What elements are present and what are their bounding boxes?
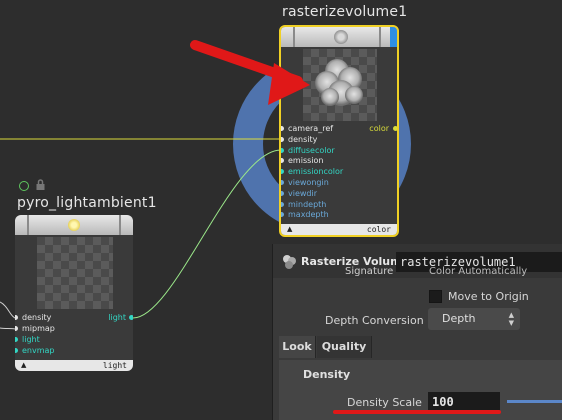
depth-conversion-label: Depth Conversion — [325, 314, 424, 327]
wire-light-to-diffusecolor[interactable] — [132, 149, 282, 319]
pyro-input-label-density: density — [22, 313, 52, 322]
rasterize-input-port-emission[interactable] — [281, 158, 284, 164]
collapse-triangle-icon[interactable]: ▲ — [21, 360, 26, 371]
rasterize-input-port-viewongin[interactable] — [281, 180, 284, 185]
parameter-panel: Rasterize Volume rasterizevolume1 Signat… — [272, 244, 562, 420]
pyro-input-label-mipmap: mipmap — [22, 324, 55, 333]
blue-flag-icon[interactable] — [390, 27, 397, 47]
pyro-node[interactable]: density mipmap light envmap light ▲ light — [15, 215, 133, 371]
panel-header-cover — [273, 244, 562, 276]
pyro-node-title[interactable]: pyro_lightambient1 — [17, 195, 157, 211]
pyro-input-label-envmap: envmap — [22, 346, 55, 355]
pyro-preview — [37, 237, 113, 309]
rasterize-input-port-maxdepth[interactable] — [281, 212, 284, 218]
move-to-origin-label: Move to Origin — [448, 290, 529, 303]
pyro-input-port-density[interactable] — [15, 315, 18, 320]
pyro-input-port-mipmap[interactable] — [15, 326, 18, 331]
rasterize-output-label: color — [369, 124, 389, 133]
light-bulb-icon — [68, 219, 80, 231]
density-scale-field[interactable]: 100 — [428, 392, 500, 412]
pyro-input-label-light: light — [22, 335, 40, 344]
rasterize-input-label-emissioncolor: emissioncolor — [288, 167, 344, 177]
depth-conversion-menu[interactable]: Depth ▲ ▼ — [428, 308, 520, 330]
tab-look[interactable]: Look — [279, 336, 316, 358]
pyro-node-footer[interactable]: ▲ light — [15, 360, 133, 371]
depth-conversion-value: Depth — [442, 312, 476, 325]
rasterize-input-label-emission: emission — [288, 156, 324, 166]
rasterize-input-port-emissioncolor[interactable] — [281, 169, 284, 175]
density-scale-label: Density Scale — [347, 396, 422, 409]
rasterize-input-label-viewongin: viewongin — [288, 178, 329, 187]
pyro-output-label: light — [108, 313, 126, 322]
red-underline-annotation — [333, 410, 501, 414]
volume-node-icon — [334, 30, 348, 44]
collapse-triangle-icon[interactable]: ▲ — [287, 224, 292, 235]
rasterize-input-label-camera_ref: camera_ref — [288, 124, 334, 133]
rasterize-node-title[interactable]: rasterizevolume1 — [282, 4, 407, 20]
pyro-node-header[interactable] — [15, 215, 133, 235]
rasterize-footer-label: color — [366, 225, 391, 234]
rasterize-node-footer[interactable]: ▲ color — [281, 224, 397, 235]
rasterize-input-port-diffusecolor[interactable] — [281, 147, 284, 153]
density-section-title: Density — [303, 368, 351, 381]
rasterize-input-port-viewdir[interactable] — [281, 190, 284, 196]
rasterize-input-label-mindepth: mindepth — [288, 199, 327, 209]
lock-icon[interactable] — [35, 179, 46, 191]
chevron-updown-icon: ▲ ▼ — [508, 311, 514, 327]
red-arrow-annotation — [190, 40, 310, 105]
rasterize-input-label-viewdir: viewdir — [288, 188, 318, 198]
bypass-status-icon[interactable] — [19, 181, 29, 191]
pyro-input-port-light[interactable] — [15, 337, 18, 342]
rasterize-output-port[interactable] — [393, 126, 397, 131]
rasterize-input-port-mindepth[interactable] — [281, 201, 284, 207]
rasterize-input-label-diffusecolor: diffusecolor — [288, 145, 335, 155]
wire-mipmap-in[interactable] — [0, 327, 16, 330]
rasterize-input-port-density[interactable] — [281, 136, 284, 142]
tab-quality[interactable]: Quality — [317, 336, 372, 358]
pyro-input-port-envmap[interactable] — [15, 348, 18, 353]
density-scale-slider[interactable] — [507, 400, 562, 403]
pyro-output-port[interactable] — [129, 315, 133, 320]
rasterize-input-port-camera_ref[interactable] — [281, 126, 284, 131]
rasterize-input-label-density: density — [288, 134, 318, 144]
move-to-origin-checkbox[interactable] — [429, 290, 442, 303]
rasterize-input-label-maxdepth: maxdepth — [288, 210, 329, 220]
wire-density-in[interactable] — [0, 301, 16, 319]
pyro-footer-label: light — [102, 361, 127, 370]
